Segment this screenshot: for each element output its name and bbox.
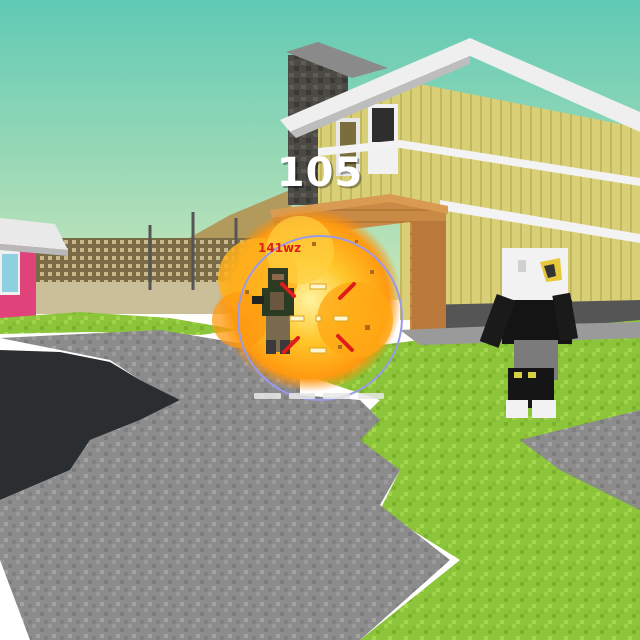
ammo-indicator [254, 393, 384, 399]
lawn-left [0, 312, 240, 335]
ammo-segment [254, 393, 281, 399]
ammo-segment [323, 393, 350, 399]
game-scene [0, 0, 640, 640]
ammo-segment [288, 393, 315, 399]
ammo-segment [357, 393, 384, 399]
